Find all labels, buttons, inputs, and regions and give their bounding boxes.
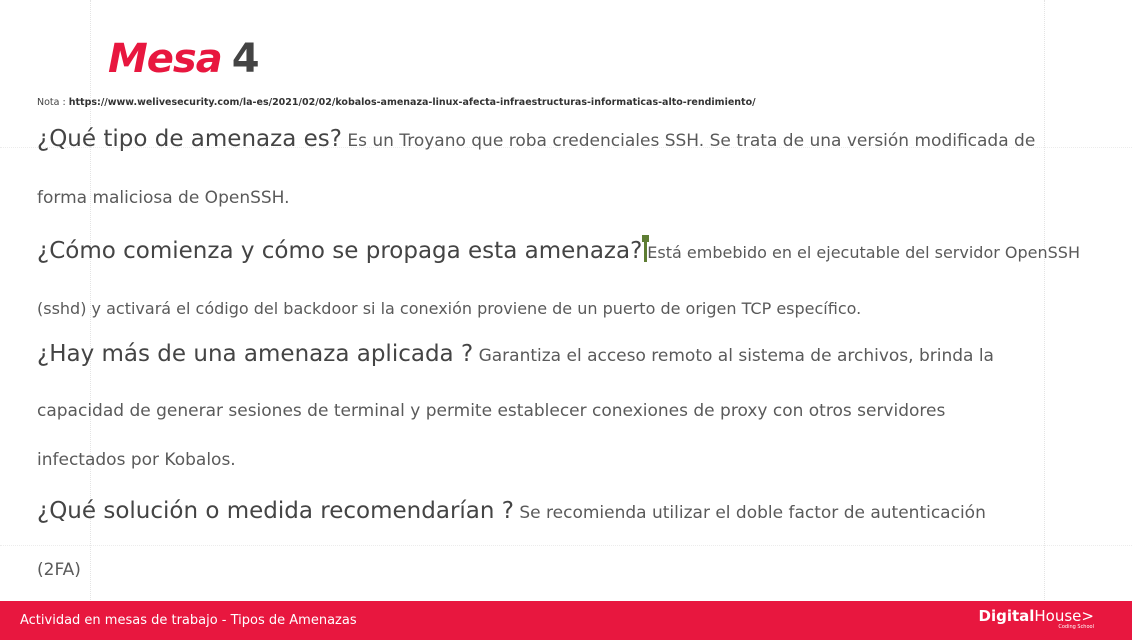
title-mesa: Mesa xyxy=(108,36,223,82)
q3-line-2: capacidad de generar sesiones de termina… xyxy=(37,401,945,421)
note-label: Nota : xyxy=(37,97,69,108)
q3-answer-1: Garantiza el acceso remoto al sistema de… xyxy=(473,346,994,366)
note-line: Nota : https://www.welivesecurity.com/la… xyxy=(37,97,756,108)
q3-question: ¿Hay más de una amenaza aplicada ? xyxy=(37,341,474,367)
slide-title: Mesa 4 xyxy=(108,34,260,84)
q4-answer-1: Se recomienda utilizar el doble factor d… xyxy=(513,503,986,523)
digitalhouse-logo: DigitalHouse> Coding School xyxy=(978,607,1095,630)
note-url-link[interactable]: https://www.welivesecurity.com/la-es/202… xyxy=(69,97,756,108)
q2-line-1: ¿Cómo comienza y cómo se propaga esta am… xyxy=(37,235,1080,264)
guide-line xyxy=(0,545,1132,546)
q4-line-2: (2FA) xyxy=(37,560,81,580)
guide-line xyxy=(1044,0,1045,600)
q2-answer-2: (sshd) y activará el código del backdoor… xyxy=(37,299,862,318)
q2-question: ¿Cómo comienza y cómo se propaga esta am… xyxy=(37,238,643,264)
q1-question: ¿Qué tipo de amenaza es? xyxy=(37,126,342,152)
q1-answer-1: Es un Troyano que roba credenciales SSH.… xyxy=(341,131,1036,151)
q3-line-3: infectados por Kobalos. xyxy=(37,450,236,470)
q1-line-1: ¿Qué tipo de amenaza es? Es un Troyano q… xyxy=(37,126,1035,152)
q1-answer-2: forma maliciosa de OpenSSH. xyxy=(37,188,290,208)
title-number: 4 xyxy=(231,36,260,82)
q4-line-1: ¿Qué solución o medida recomendarían ? S… xyxy=(37,498,986,524)
q3-line-1: ¿Hay más de una amenaza aplicada ? Garan… xyxy=(37,341,994,367)
footer-bar: Actividad en mesas de trabajo - Tipos de… xyxy=(0,601,1132,640)
q3-answer-3: infectados por Kobalos. xyxy=(37,450,236,470)
q2-line-2: (sshd) y activará el código del backdoor… xyxy=(37,299,861,318)
q1-line-2: forma maliciosa de OpenSSH. xyxy=(37,188,290,208)
text-cursor xyxy=(642,235,650,262)
q2-answer-1: Está embebido en el ejecutable del servi… xyxy=(647,243,1080,262)
q3-answer-2: capacidad de generar sesiones de termina… xyxy=(37,401,946,421)
q4-question: ¿Qué solución o medida recomendarían ? xyxy=(37,498,514,524)
footer-text: Actividad en mesas de trabajo - Tipos de… xyxy=(20,613,357,628)
q4-answer-2: (2FA) xyxy=(37,560,81,580)
logo-arrow-icon: > xyxy=(1081,607,1094,625)
